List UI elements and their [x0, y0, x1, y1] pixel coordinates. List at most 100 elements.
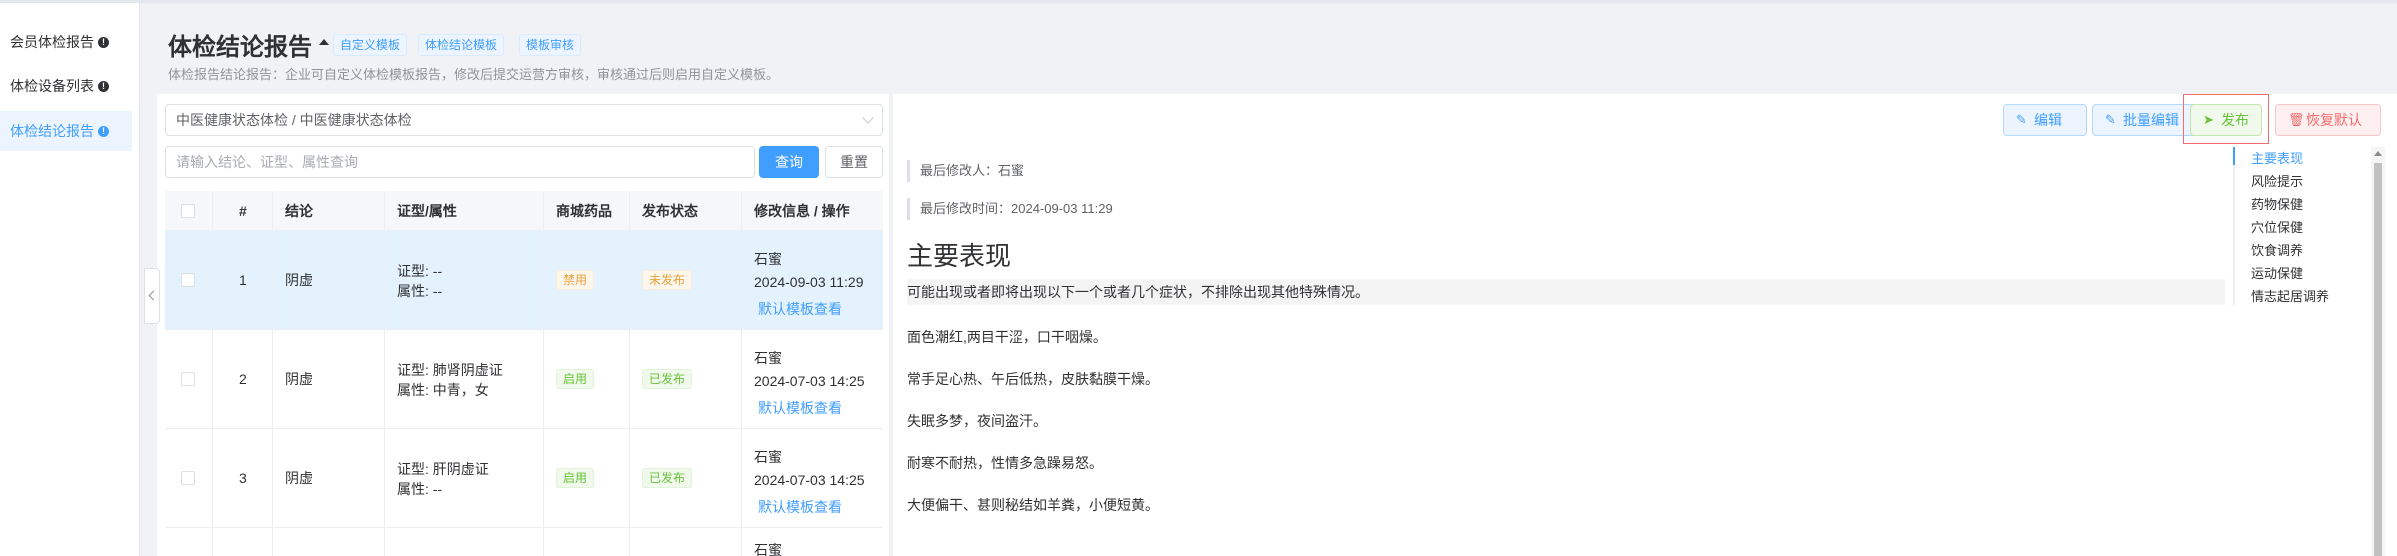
search-input[interactable] [165, 146, 755, 178]
row-checkbox[interactable] [181, 273, 195, 287]
syndrome-cell: 证型: 肺肾阴虚证 属性: 中青，女 [385, 330, 544, 429]
modify-cell: 石蜜 [742, 528, 883, 556]
toc-item-risk[interactable]: 风险提示 [2251, 171, 2303, 190]
row-checkbox[interactable] [181, 372, 195, 386]
tag-conclusion-template[interactable]: 体检结论模板 [418, 34, 505, 56]
syndrome-text: 证型: 肝阴虚证 [397, 461, 489, 477]
column-header-publish: 发布状态 [630, 191, 742, 231]
toc-item-emotion-lifestyle[interactable]: 情志起居调养 [2251, 286, 2329, 305]
table-row[interactable]: 石蜜 [165, 528, 883, 556]
highlight-annotation [2183, 94, 2269, 144]
toc-item-diet[interactable]: 饮食调养 [2251, 240, 2303, 259]
select-all-checkbox[interactable] [181, 204, 195, 218]
column-header-modify: 修改信息 / 操作 [754, 203, 850, 219]
status-badge: 已发布 [642, 369, 693, 389]
section-title: 主要表现 [907, 241, 1012, 271]
status-badge: 启用 [556, 369, 595, 389]
select-cell [165, 528, 213, 556]
column-header-conclusion: 结论 [273, 191, 385, 231]
tag-custom-template[interactable]: 自定义模板 [333, 34, 408, 56]
sidebar-item-member-report[interactable]: 会员体检报告 ! [0, 22, 132, 62]
chevron-left-icon [148, 290, 159, 301]
batch-edit-button-label: 批量编辑 [2123, 112, 2179, 128]
publish-cell: 已发布 [630, 429, 742, 527]
symptom-paragraph: 面色潮红,两目干涩，口干咽燥。 [907, 329, 1107, 345]
column-header-drug: 商城药品 [544, 191, 630, 231]
edit-icon: ✎ [2105, 112, 2116, 127]
trash-icon: 🗑 [2288, 112, 2305, 127]
info-icon: ! [98, 36, 109, 48]
toc-item-main-symptoms[interactable]: 主要表现 [2251, 148, 2303, 167]
column-header-index: # [213, 191, 273, 231]
symptom-paragraph: 常手足心热、午后低热，皮肤黏膜干燥。 [907, 371, 1159, 387]
syndrome-cell: 证型: -- 属性: -- [385, 231, 544, 330]
scrollbar-thumb[interactable] [2374, 163, 2382, 556]
toc-track [2233, 147, 2235, 305]
column-header-syndrome: 证型/属性 [385, 191, 544, 231]
scroll-up-arrow-icon[interactable] [2374, 151, 2382, 156]
modify-cell: 石蜜 2024-07-03 14:25 默认模板查看 [742, 330, 883, 429]
index-cell: 1 [213, 231, 273, 329]
toc-item-exercise[interactable]: 运动保健 [2251, 263, 2303, 282]
modifier-name: 石蜜 [754, 350, 782, 366]
row-checkbox[interactable] [181, 471, 195, 485]
symptom-paragraph: 耐寒不耐热，性情多急躁易怒。 [907, 455, 1103, 471]
view-default-template-link[interactable]: 默认模板查看 [758, 398, 842, 418]
publish-cell [630, 528, 742, 556]
attribute-text: 属性: 中青，女 [397, 382, 489, 398]
template-preview-panel: ✎ 编辑 ✎ 批量编辑 ➤ 发布 🗑 恢复默认 最后修改人：石蜜 最后修改时间：… [893, 94, 2397, 556]
modified-time: 2024-07-03 14:25 [754, 472, 865, 488]
table-header: # 结论 证型/属性 商城药品 发布状态 修改信息 / 操作 [165, 191, 883, 231]
index-cell [213, 528, 273, 556]
info-icon: ! [98, 125, 109, 137]
view-default-template-link[interactable]: 默认模板查看 [758, 299, 842, 319]
syndrome-cell [385, 528, 544, 556]
restore-default-button[interactable]: 🗑 恢复默认 [2275, 104, 2381, 136]
symptom-paragraph: 大便偏干、甚则秘结如羊粪，小便短黄。 [907, 497, 1159, 513]
drug-cell: 禁用 [544, 231, 630, 329]
category-cascader[interactable]: 中医健康状态体检 / 中医健康状态体检 [165, 104, 883, 136]
modify-cell: 石蜜 2024-09-03 11:29 默认模板查看 [742, 231, 883, 330]
view-default-template-link[interactable]: 默认模板查看 [758, 497, 842, 517]
conclusion-cell: 阴虚 [273, 429, 385, 527]
sidebar-item-label: 体检设备列表 [10, 78, 94, 94]
edit-icon: ✎ [2016, 112, 2027, 127]
caret-up-icon[interactable] [319, 39, 329, 45]
table-row[interactable]: 1 阴虚 证型: -- 属性: -- 禁用 未发布 石蜜 2024-09-03 … [165, 231, 883, 330]
edit-button[interactable]: ✎ 编辑 [2003, 104, 2087, 136]
collapse-sidebar-toggle[interactable] [144, 268, 160, 324]
vertical-scrollbar[interactable] [2371, 147, 2385, 556]
sidebar-item-label: 会员体检报告 [10, 34, 94, 50]
status-badge: 未发布 [642, 270, 693, 290]
toc-item-acupoint-care[interactable]: 穴位保健 [2251, 217, 2303, 236]
page-header: 体检结论报告 自定义模板 体检结论模板 模板审核 体检报告结论报告：企业可自定义… [148, 3, 2397, 88]
select-cell [165, 231, 213, 330]
table-row[interactable]: 3 阴虚 证型: 肝阴虚证 属性: -- 启用 已发布 石蜜 2024-07-0… [165, 429, 883, 528]
modified-time: 2024-07-03 14:25 [754, 373, 865, 389]
modifier-name: 石蜜 [754, 449, 782, 465]
last-modified-time: 最后修改时间：2024-09-03 11:29 [907, 198, 1113, 220]
status-badge: 禁用 [556, 270, 595, 290]
drug-cell: 启用 [544, 330, 630, 428]
syndrome-cell: 证型: 肝阴虚证 属性: -- [385, 429, 544, 528]
info-icon: ! [98, 80, 109, 92]
toc-item-drug-care[interactable]: 药物保健 [2251, 194, 2303, 213]
page-title: 体检结论报告 [168, 34, 312, 61]
drug-cell: 启用 [544, 429, 630, 527]
index-cell: 3 [213, 429, 273, 527]
sidebar-item-conclusion-report[interactable]: 体检结论报告 ! [0, 111, 132, 151]
search-button[interactable]: 查询 [759, 146, 819, 178]
conclusion-cell [273, 528, 385, 556]
restore-default-button-label: 恢复默认 [2306, 112, 2362, 128]
tag-template-review[interactable]: 模板审核 [519, 34, 582, 56]
status-badge: 启用 [556, 468, 595, 488]
status-badge: 已发布 [642, 468, 693, 488]
select-cell [165, 330, 213, 429]
table-row[interactable]: 2 阴虚 证型: 肺肾阴虚证 属性: 中青，女 启用 已发布 石蜜 2024-0… [165, 330, 883, 429]
toc-active-indicator [2233, 147, 2235, 165]
reset-button[interactable]: 重置 [825, 146, 883, 178]
header-select-cell [165, 191, 213, 231]
publish-cell: 未发布 [630, 231, 742, 329]
sidebar-item-device-list[interactable]: 体检设备列表 ! [0, 66, 132, 106]
chevron-down-icon [862, 112, 874, 124]
